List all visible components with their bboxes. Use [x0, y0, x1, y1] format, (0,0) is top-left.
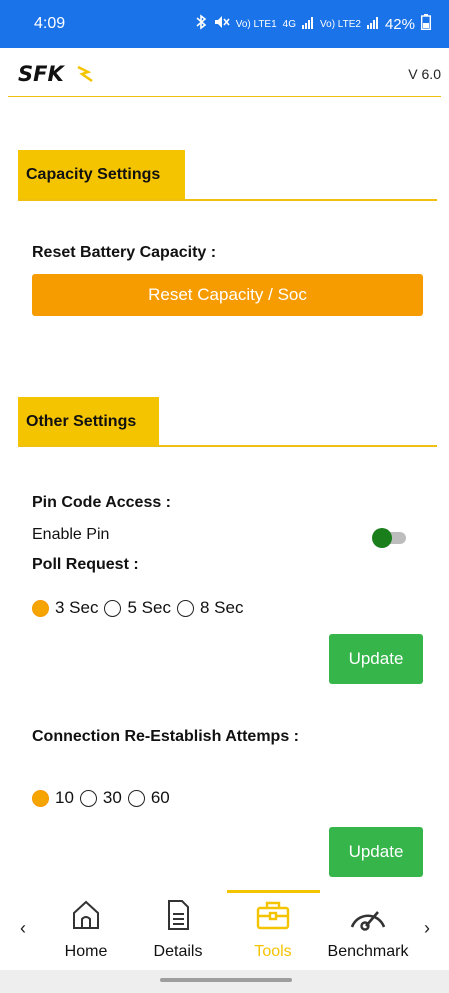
sim2-label: Vo) LTE2: [320, 18, 361, 30]
svg-text:SFK: SFK: [18, 62, 65, 86]
app-bar: SFK V 6.0: [8, 48, 441, 97]
signal-icon-2: [366, 16, 379, 33]
radio-label: 3 Sec: [55, 598, 99, 617]
radio-unselected-icon: [127, 789, 145, 807]
poll-request-options: 3 Sec 5 Sec 8 Sec: [32, 598, 249, 618]
bottom-navigation: ‹ › Home Details Tools Benchmark: [0, 890, 449, 970]
nav-label-tools: Tools: [254, 943, 292, 960]
poll-option-3-sec[interactable]: 3 Sec: [32, 598, 98, 618]
capacity-settings-header: Capacity Settings: [18, 150, 185, 200]
sim1-label: Vo) LTE1: [235, 18, 277, 30]
connection-reestablish-label: Connection Re-Establish Attemps :: [32, 728, 299, 745]
signal-icon: [302, 16, 314, 33]
nav-item-tools[interactable]: Tools: [247, 898, 299, 961]
radio-unselected-icon: [176, 599, 194, 617]
poll-update-button[interactable]: Update: [329, 634, 423, 684]
reconnect-attempt-options: 10 30 60: [32, 788, 176, 808]
enable-pin-toggle[interactable]: [372, 528, 408, 548]
sfk-logo: SFK: [18, 62, 108, 91]
reconnect-option-60[interactable]: 60: [127, 788, 170, 808]
home-icon: [69, 898, 103, 937]
nav-item-home[interactable]: Home: [61, 898, 111, 961]
network-type: 4G: [282, 18, 297, 30]
gesture-navigation-area: [0, 970, 449, 993]
nav-label-details: Details: [153, 943, 203, 960]
speedometer-icon: [346, 898, 390, 937]
capacity-settings-divider: [18, 199, 437, 201]
reset-capacity-button[interactable]: Reset Capacity / Soc: [32, 274, 423, 316]
nav-label-benchmark: Benchmark: [327, 943, 409, 960]
nav-item-details[interactable]: Details: [148, 898, 208, 961]
radio-label: 8 Sec: [199, 598, 244, 617]
status-time: 4:09: [34, 15, 66, 32]
nav-label-home: Home: [64, 943, 108, 960]
app-version: V 6.0: [408, 66, 441, 82]
mute-icon: [214, 15, 230, 33]
other-settings-header: Other Settings: [18, 397, 159, 447]
enable-pin-label: Enable Pin: [32, 526, 110, 543]
battery-percent: 42%: [384, 15, 415, 33]
radio-selected-icon: [32, 599, 49, 617]
radio-label: 60: [150, 788, 170, 807]
poll-option-5-sec[interactable]: 5 Sec: [104, 598, 171, 618]
other-settings-divider: [18, 445, 437, 447]
toggle-thumb: [372, 528, 392, 548]
battery-icon: [420, 14, 432, 34]
nav-prev-arrow[interactable]: ‹: [20, 918, 26, 939]
poll-request-label: Poll Request :: [32, 556, 139, 573]
nav-item-benchmark[interactable]: Benchmark: [320, 898, 416, 961]
reconnect-option-30[interactable]: 30: [79, 788, 122, 808]
radio-unselected-icon: [79, 789, 97, 807]
poll-option-8-sec[interactable]: 8 Sec: [176, 598, 244, 618]
radio-label: 30: [102, 788, 122, 807]
radio-label: 5 Sec: [127, 598, 171, 617]
toolbox-icon: [255, 898, 291, 937]
status-icons: Vo) LTE1 4G Vo) LTE2 42%: [194, 14, 432, 34]
status-bar: 4:09 Vo) LTE1 4G Vo) LTE2 42%: [0, 0, 449, 48]
radio-label: 10: [55, 788, 74, 807]
active-tab-indicator: [227, 890, 320, 893]
pin-code-access-label: Pin Code Access :: [32, 494, 172, 511]
gesture-bar[interactable]: [160, 978, 292, 982]
reset-battery-capacity-label: Reset Battery Capacity :: [32, 244, 217, 261]
reconnect-update-button[interactable]: Update: [329, 827, 423, 877]
radio-unselected-icon: [104, 599, 122, 617]
document-icon: [161, 898, 195, 937]
bluetooth-icon: [194, 14, 208, 34]
reconnect-option-10[interactable]: 10: [32, 788, 74, 808]
radio-selected-icon: [32, 789, 49, 807]
nav-next-arrow[interactable]: ›: [424, 918, 430, 939]
